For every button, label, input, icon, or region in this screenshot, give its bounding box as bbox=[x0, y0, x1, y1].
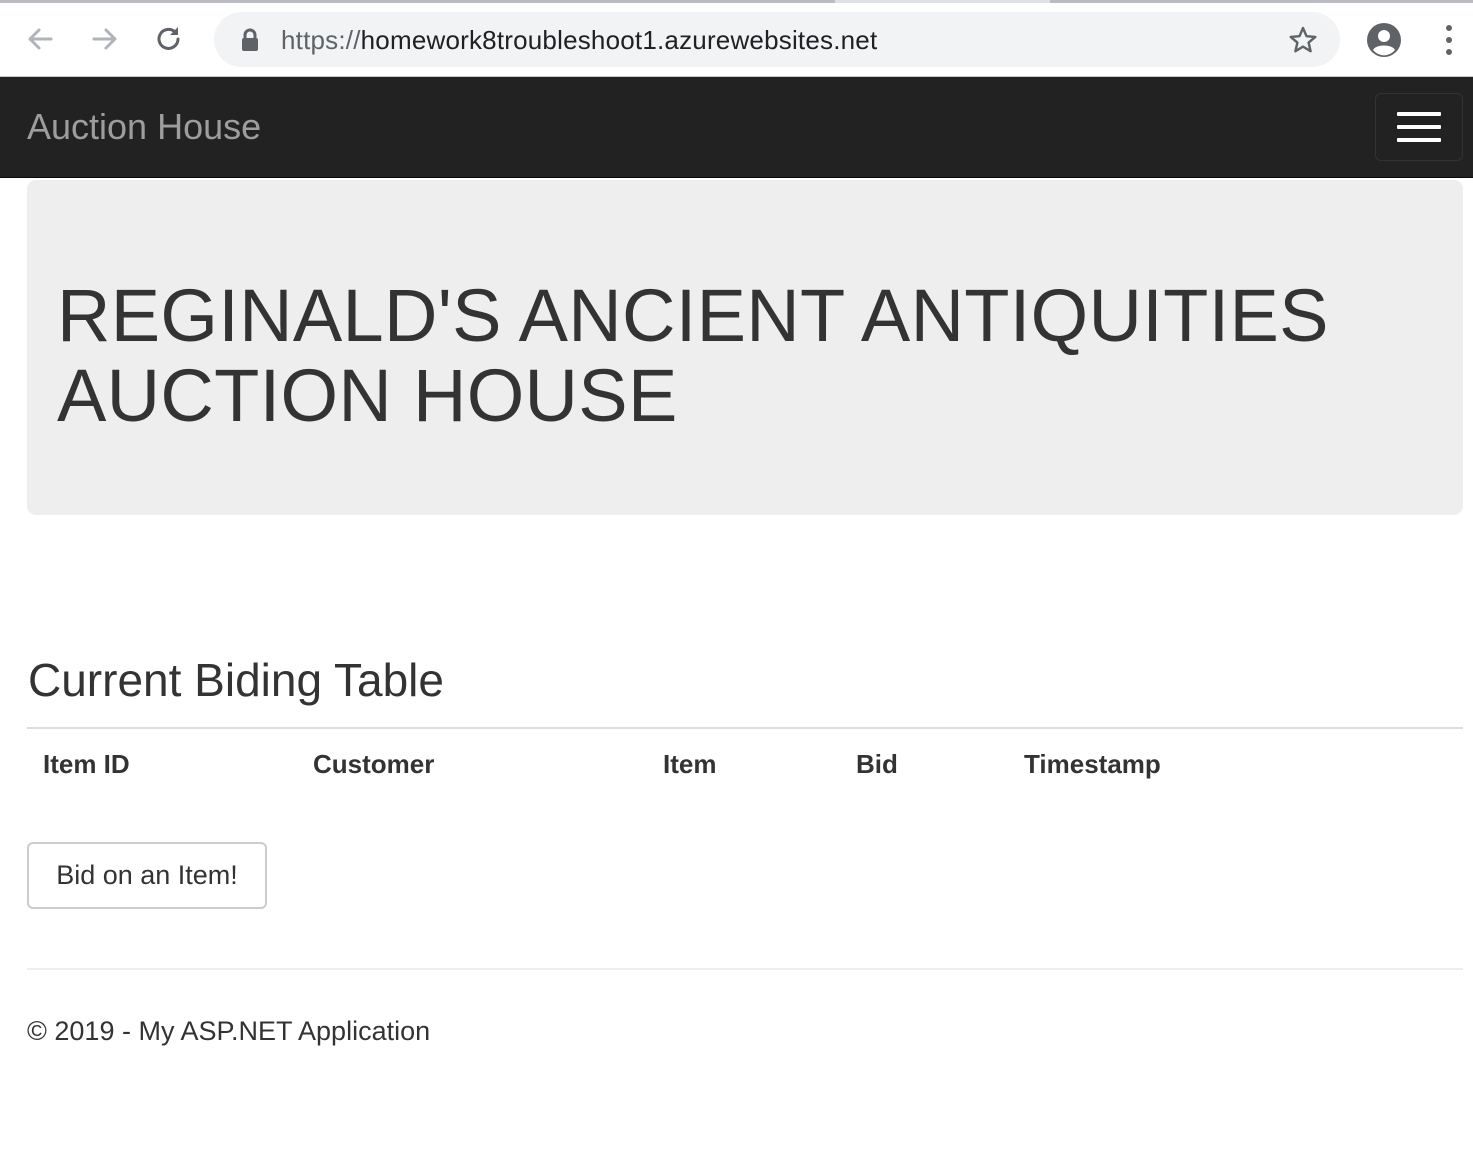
footer-divider bbox=[27, 968, 1463, 970]
site-navbar: Auction House bbox=[0, 77, 1473, 178]
reload-icon bbox=[157, 27, 180, 50]
address-bar[interactable]: https://homework8troubleshoot1.azurewebs… bbox=[214, 12, 1340, 67]
lock-icon bbox=[242, 28, 258, 51]
profile-icon[interactable] bbox=[1366, 22, 1402, 58]
back-button[interactable] bbox=[23, 22, 57, 56]
page-title: REGINALD'S ANCIENT ANTIQUITIES AUCTION H… bbox=[57, 274, 1329, 437]
star-icon[interactable] bbox=[1288, 25, 1318, 55]
browser-toolbar: https://homework8troubleshoot1.azurewebs… bbox=[0, 3, 1473, 77]
bidding-table: Item ID Customer Item Bid Timestamp bbox=[27, 740, 1463, 779]
brand-link[interactable]: Auction House bbox=[27, 107, 261, 147]
url-text: https://homework8troubleshoot1.azurewebs… bbox=[281, 25, 877, 55]
url-scheme: https:// bbox=[281, 25, 361, 55]
column-header-item: Item bbox=[663, 749, 717, 779]
column-header-timestamp: Timestamp bbox=[1024, 749, 1161, 779]
jumbotron: REGINALD'S ANCIENT ANTIQUITIES AUCTION H… bbox=[27, 180, 1463, 515]
reload-button[interactable] bbox=[152, 22, 186, 56]
hamburger-menu-icon bbox=[1397, 112, 1441, 116]
column-header-customer: Customer bbox=[313, 749, 435, 779]
column-header-bid: Bid bbox=[856, 749, 898, 779]
section-title: Current Biding Table bbox=[28, 654, 444, 706]
navbar-toggle-button[interactable] bbox=[1375, 93, 1463, 161]
divider bbox=[27, 727, 1463, 729]
back-arrow-icon bbox=[28, 28, 53, 50]
hamburger-menu-icon bbox=[1397, 138, 1441, 142]
hamburger-menu-icon bbox=[1397, 125, 1441, 129]
bid-on-item-button[interactable]: Bid on an Item! bbox=[27, 842, 267, 909]
forward-button[interactable] bbox=[88, 22, 122, 56]
forward-arrow-icon bbox=[92, 28, 117, 50]
url-host: homework8troubleshoot1.azurewebsites.net bbox=[360, 25, 878, 55]
menu-dots-icon[interactable] bbox=[1437, 22, 1461, 58]
column-header-item-id: Item ID bbox=[43, 749, 130, 779]
footer-copyright: © 2019 - My ASP.NET Application bbox=[27, 1016, 431, 1046]
